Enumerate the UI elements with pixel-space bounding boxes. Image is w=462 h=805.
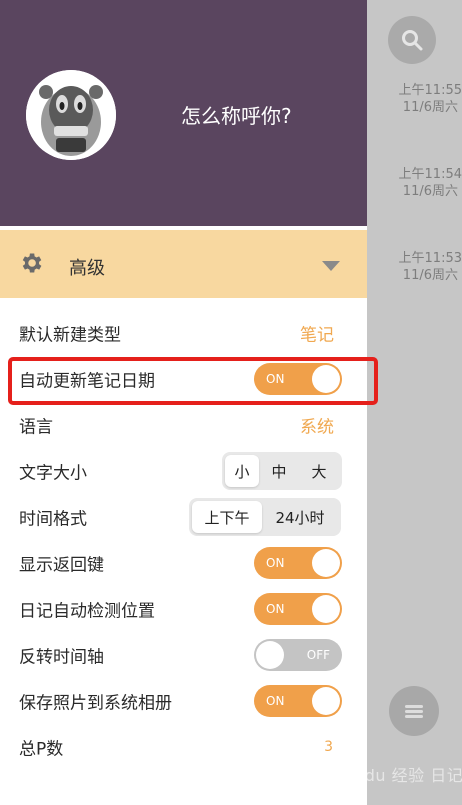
toggle-state: OFF bbox=[306, 648, 330, 662]
setting-label: 反转时间轴 bbox=[19, 647, 104, 668]
toggle-state: ON bbox=[266, 556, 285, 570]
search-button[interactable] bbox=[388, 16, 436, 64]
setting-font-size: 文字大小 小 中 大 bbox=[0, 448, 367, 494]
avatar-image bbox=[26, 70, 116, 160]
toggle-knob bbox=[312, 687, 340, 715]
setting-label: 默认新建类型 bbox=[19, 325, 121, 346]
section-title: 高级 bbox=[69, 258, 105, 279]
search-icon bbox=[402, 30, 423, 51]
setting-save-photos: 保存照片到系统相册 ON bbox=[0, 678, 367, 724]
list-item[interactable]: 上午11:54 11/6周六 bbox=[372, 166, 462, 200]
setting-label: 语言 bbox=[19, 417, 53, 438]
toggle-knob bbox=[312, 595, 340, 623]
setting-label: 保存照片到系统相册 bbox=[19, 693, 172, 714]
avatar[interactable] bbox=[26, 70, 116, 160]
setting-label: 日记自动检测位置 bbox=[19, 601, 155, 622]
setting-value[interactable]: 笔记 bbox=[300, 321, 334, 346]
toggle-state: ON bbox=[266, 694, 285, 708]
username[interactable]: 怎么称呼你? bbox=[181, 100, 292, 129]
setting-value[interactable]: 系统 bbox=[300, 413, 334, 438]
time-format-24h-option[interactable]: 24小时 bbox=[262, 501, 338, 533]
setting-label: 时间格式 bbox=[19, 509, 87, 530]
section-advanced[interactable]: 高级 bbox=[0, 226, 367, 298]
setting-label: 显示返回键 bbox=[19, 555, 104, 576]
entry-time: 上午11:55 bbox=[398, 83, 462, 98]
setting-total-p: 总P数 3 bbox=[0, 724, 367, 770]
menu-button[interactable] bbox=[389, 686, 439, 736]
show-back-toggle[interactable]: ON bbox=[254, 547, 342, 579]
profile-header: 怎么称呼你? bbox=[0, 0, 367, 226]
setting-show-back: 显示返回键 ON bbox=[0, 540, 367, 586]
auto-location-toggle[interactable]: ON bbox=[254, 593, 342, 625]
font-size-medium-option[interactable]: 中 bbox=[259, 455, 299, 487]
entry-date: 11/6周六 bbox=[402, 184, 458, 199]
entry-date: 11/6周六 bbox=[402, 268, 458, 283]
time-format-segmented-control: 上下午 24小时 bbox=[189, 498, 341, 536]
save-photos-toggle[interactable]: ON bbox=[254, 685, 342, 717]
entry-time: 上午11:53 bbox=[398, 251, 462, 266]
entry-time: 上午11:54 bbox=[398, 167, 462, 182]
highlight-annotation bbox=[8, 357, 378, 405]
setting-auto-location: 日记自动检测位置 ON bbox=[0, 586, 367, 632]
gear-icon bbox=[22, 253, 42, 273]
list-item[interactable]: 上午11:53 11/6周六 bbox=[372, 250, 462, 284]
total-p-count: 3 bbox=[324, 739, 333, 755]
toggle-knob bbox=[312, 549, 340, 577]
font-size-segmented-control: 小 中 大 bbox=[222, 452, 342, 490]
reverse-timeline-toggle[interactable]: OFF bbox=[254, 639, 342, 671]
entry-date: 11/6周六 bbox=[402, 100, 458, 115]
setting-time-format: 时间格式 上下午 24小时 bbox=[0, 494, 367, 540]
setting-reverse-timeline: 反转时间轴 OFF bbox=[0, 632, 367, 678]
toggle-knob bbox=[256, 641, 284, 669]
setting-default-type[interactable]: 默认新建类型 笔记 bbox=[0, 310, 367, 356]
background-list bbox=[367, 0, 462, 805]
font-size-large-option[interactable]: 大 bbox=[299, 455, 339, 487]
font-size-small-option[interactable]: 小 bbox=[225, 455, 259, 487]
time-format-ampm-option[interactable]: 上下午 bbox=[192, 501, 262, 533]
chevron-down-icon bbox=[322, 261, 340, 271]
setting-language[interactable]: 语言 系统 bbox=[0, 402, 367, 448]
menu-icon bbox=[405, 703, 423, 720]
list-item[interactable]: 上午11:55 11/6周六 bbox=[372, 82, 462, 116]
toggle-state: ON bbox=[266, 602, 285, 616]
setting-label: 文字大小 bbox=[19, 463, 87, 484]
setting-label: 总P数 bbox=[19, 739, 64, 760]
